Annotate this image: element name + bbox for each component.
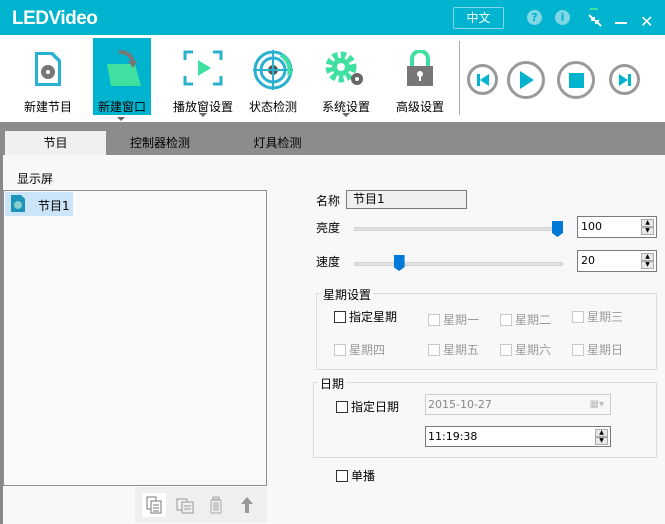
brightness-label: 亮度: [316, 221, 341, 235]
brightness-slider-thumb[interactable]: [552, 221, 563, 237]
increment-button[interactable]: ▲: [641, 219, 654, 227]
display-screen-label: 显示屏: [17, 172, 54, 186]
new-window-icon: [107, 50, 141, 86]
close-icon[interactable]: ✕: [640, 12, 653, 31]
minimize-icon[interactable]: [615, 22, 627, 24]
paste-icon[interactable]: [173, 493, 197, 517]
saturday-checkbox[interactable]: 星期六: [500, 341, 551, 358]
tuesday-checkbox[interactable]: 星期二: [500, 311, 551, 328]
decrement-button[interactable]: ▼: [641, 227, 654, 235]
date-title: 日期: [318, 375, 347, 392]
name-label: 名称: [316, 194, 341, 208]
chevron-down-icon[interactable]: [117, 117, 125, 121]
new-window-label: 新建窗口: [97, 100, 146, 114]
sunday-checkbox[interactable]: 星期日: [572, 341, 623, 358]
new-window-button[interactable]: 新建窗口: [93, 38, 151, 115]
app-title: LEDVideo: [12, 8, 98, 29]
program-list[interactable]: [3, 190, 267, 486]
wednesday-checkbox[interactable]: 星期三: [572, 308, 623, 325]
status-check-button[interactable]: 状态检测: [245, 38, 301, 115]
date-value: 2015-10-27: [428, 398, 492, 411]
move-up-icon[interactable]: [235, 493, 259, 517]
friday-checkbox[interactable]: 星期五: [428, 341, 479, 358]
stop-button[interactable]: [557, 61, 595, 99]
thursday-checkbox[interactable]: 星期四: [334, 341, 385, 358]
speed-value: 20: [581, 254, 595, 267]
speed-slider[interactable]: [354, 262, 563, 266]
increment-button[interactable]: ▲: [641, 253, 654, 261]
tab-program[interactable]: 节目: [5, 131, 106, 155]
lock-icon: [407, 50, 433, 86]
stop-icon: [568, 72, 584, 88]
info-icon[interactable]: i: [555, 10, 570, 25]
time-picker[interactable]: 11:19:38 ▲ ▼: [425, 426, 611, 447]
speed-slider-thumb[interactable]: [393, 255, 405, 271]
week-settings-group: [316, 293, 657, 370]
gear-icon: [325, 51, 363, 85]
brightness-value: 100: [581, 220, 602, 233]
help-icon[interactable]: ?: [527, 10, 542, 25]
list-item-label: 节目1: [38, 199, 70, 213]
skip-back-icon: [476, 73, 489, 86]
program-file-icon: [11, 195, 25, 212]
delete-icon[interactable]: [204, 493, 228, 517]
list-item[interactable]: 节目1: [5, 192, 73, 216]
copy-icon[interactable]: [142, 493, 166, 517]
time-value: 11:19:38: [428, 430, 478, 443]
target-icon: [253, 50, 293, 90]
previous-button[interactable]: [467, 64, 498, 95]
status-check-label: 状态检测: [248, 100, 297, 114]
speed-spinbox[interactable]: 20 ▲ ▼: [577, 250, 657, 272]
restore-icon[interactable]: [588, 8, 602, 28]
single-play-checkbox[interactable]: 单播: [336, 467, 375, 484]
week-settings-title: 星期设置: [321, 286, 374, 303]
decrement-button[interactable]: ▼: [595, 437, 608, 445]
play-icon: [520, 71, 534, 89]
specify-date-checkbox[interactable]: 指定日期: [336, 398, 399, 415]
new-program-icon: [35, 52, 61, 86]
play-button[interactable]: [507, 61, 545, 99]
speed-label: 速度: [316, 255, 341, 269]
new-program-button[interactable]: 新建节目: [18, 38, 78, 115]
calendar-icon[interactable]: ▦▾: [590, 395, 604, 414]
monday-checkbox[interactable]: 星期一: [428, 311, 479, 328]
brightness-spinbox[interactable]: 100 ▲ ▼: [577, 216, 657, 238]
tab-controller-check[interactable]: 控制器检测: [115, 131, 205, 155]
advanced-settings-label: 高级设置: [395, 100, 444, 114]
brightness-slider[interactable]: [354, 227, 563, 231]
chevron-down-icon[interactable]: [199, 113, 207, 117]
system-settings-button[interactable]: 系统设置: [318, 38, 374, 115]
name-input[interactable]: 节目1: [346, 190, 467, 209]
skip-forward-icon: [618, 73, 631, 86]
play-window-icon: [183, 50, 223, 86]
play-window-settings-button[interactable]: 播放窗设置: [170, 38, 236, 115]
next-button[interactable]: [609, 64, 640, 95]
new-program-label: 新建节目: [23, 100, 72, 114]
tab-fixture-check[interactable]: 灯具检测: [235, 131, 320, 155]
specify-week-checkbox[interactable]: 指定星期: [334, 308, 397, 325]
language-button[interactable]: 中文: [453, 7, 504, 29]
date-picker[interactable]: 2015-10-27 ▦▾: [425, 394, 611, 415]
toolbar-divider: [459, 41, 460, 115]
increment-button[interactable]: ▲: [595, 429, 608, 437]
decrement-button[interactable]: ▼: [641, 261, 654, 269]
advanced-settings-button[interactable]: 高级设置: [392, 38, 448, 115]
chevron-down-icon[interactable]: [342, 113, 350, 117]
